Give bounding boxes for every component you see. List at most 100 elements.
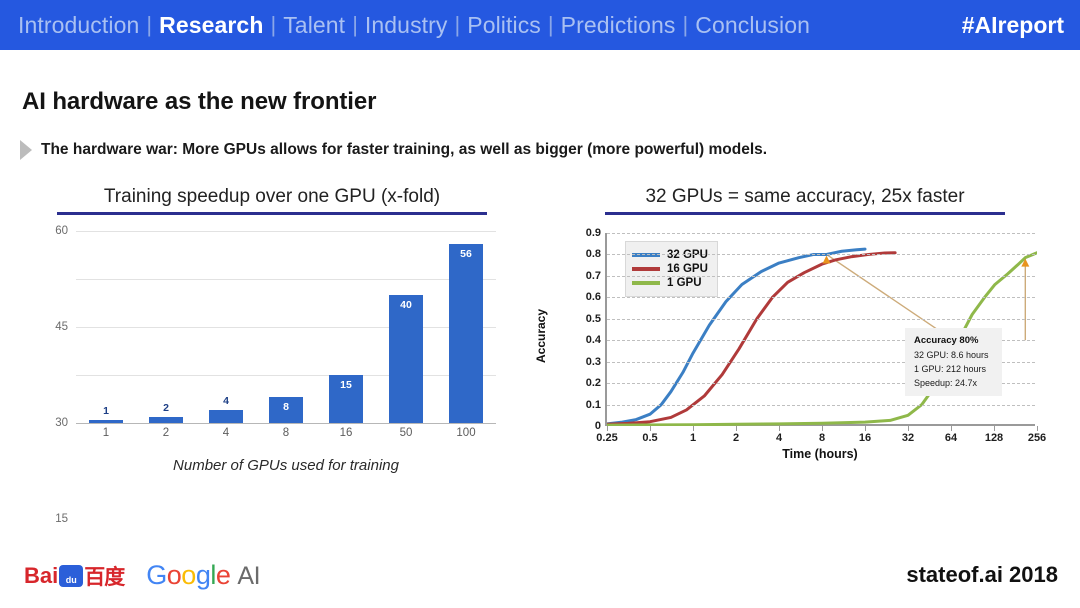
line-xtick-label: 1 — [689, 432, 697, 444]
top-navigation-bar: Introduction | Research | Talent | Industry | Po… — [0, 0, 1080, 50]
google-ai-suffix: AI — [237, 562, 261, 590]
line-ytick-label: 0.6 — [585, 291, 601, 304]
line-chart-title: 32 GPUs = same accuracy, 25x faster — [645, 186, 965, 207]
nav-item-research[interactable]: Research — [159, 12, 263, 39]
bar-ytick-label: 15 — [55, 513, 68, 525]
line-xtick-mark — [865, 426, 866, 431]
baidu-paw-icon: du — [59, 564, 84, 587]
line-chart-legend: 32 GPU 16 GPU 1 GPU — [625, 241, 718, 297]
line-xtick-mark — [994, 426, 995, 431]
legend-swatch — [632, 267, 660, 271]
bar-plot-area: 0 15 30 45 60 1 1 2 2 4 4 8 8 15 16 40 50 56 100 — [55, 225, 496, 525]
line-ytick-label: 0.2 — [585, 377, 601, 390]
bar-xtick-label: 50 — [399, 427, 413, 439]
legend-row-16-gpu: 16 GPU — [632, 263, 708, 275]
bar-xtick-label: 2 — [162, 427, 170, 439]
line-gridline — [607, 404, 1035, 406]
line-xtick-label: 8 — [818, 432, 826, 444]
subtitle-row: The hardware war: More GPUs allows for f… — [20, 140, 767, 160]
bar-chart-xlabel: Number of GPUs used for training — [173, 457, 399, 474]
line-gridline — [607, 254, 1035, 256]
hashtag-label: #AIreport — [961, 11, 1064, 38]
line-xtick-label: 256 — [1027, 432, 1047, 444]
line-ytick-label: 0.1 — [585, 398, 601, 411]
bar-4: 4 — [208, 395, 244, 423]
line-chart-xlabel: Time (hours) — [782, 447, 858, 461]
nav-item-conclusion[interactable]: Conclusion — [695, 12, 810, 39]
baidu-paw-text: du — [65, 574, 77, 585]
page-title: AI hardware as the new frontier — [22, 88, 377, 115]
legend-label: 16 GPU — [667, 263, 708, 275]
bar-1: 1 — [88, 405, 124, 423]
line-chart-title-underline — [605, 212, 1005, 215]
bar-100: 56 — [448, 243, 484, 423]
bar-gridline: 0 — [76, 423, 496, 424]
footer-logos: Bai du 百度 Google AI — [24, 560, 261, 591]
nav-item-politics[interactable]: Politics — [467, 12, 541, 39]
line-xtick-mark — [607, 426, 608, 431]
annotation-line-2: Speedup: 24.7x — [914, 378, 978, 388]
legend-swatch — [632, 281, 660, 285]
annotation-leader-line — [826, 253, 948, 337]
legend-row-1-gpu: 1 GPU — [632, 277, 708, 289]
nav-item-talent[interactable]: Talent — [283, 12, 345, 39]
nav-separator: | — [682, 12, 689, 37]
line-ytick-label: 0.8 — [585, 248, 601, 261]
bar-chart-title: Training speedup over one GPU (x-fold) — [103, 186, 441, 207]
line-xtick-label: 64 — [944, 432, 958, 444]
baidu-logo-text: Bai — [24, 562, 59, 588]
line-xtick-label: 0.25 — [596, 432, 618, 444]
bar-value-label: 15 — [340, 379, 352, 391]
triangle-right-icon — [20, 140, 32, 160]
line-xtick-mark — [693, 426, 694, 431]
bar-50: 40 — [388, 295, 424, 423]
nav-separator: | — [547, 12, 554, 37]
bar-ytick-label: 45 — [55, 321, 68, 333]
bar-value-label: 40 — [400, 299, 412, 311]
line-ytick-label: 0.5 — [585, 312, 601, 325]
line-gridline — [607, 275, 1035, 277]
footer-brand: stateof.ai 2018 — [906, 562, 1058, 587]
bar-xtick-label: 8 — [282, 427, 290, 439]
nav-separator: | — [146, 12, 153, 37]
line-xtick-label: 32 — [901, 432, 915, 444]
baidu-logo: Bai du 百度 — [24, 561, 125, 591]
line-ytick-label: 0 — [594, 420, 601, 432]
line-ytick-label: 0.3 — [585, 355, 601, 368]
line-chart-title-wrap: 32 GPUs = same accuracy, 25x faster — [605, 186, 1005, 215]
bar-8: 8 — [268, 397, 304, 423]
bar-chart-panel: Training speedup over one GPU (x-fold) 0… — [22, 186, 522, 525]
nav-item-predictions[interactable]: Predictions — [561, 12, 676, 39]
line-ytick-label: 0.9 — [585, 227, 601, 239]
bar-chart: 0 15 30 45 60 1 1 2 2 4 4 8 8 15 16 40 50 56 100 Number of… — [30, 225, 500, 525]
bar-value-label: 4 — [223, 395, 229, 408]
line-chart-ylabel: Accuracy — [534, 308, 548, 364]
accuracy-annotation-box: Accuracy 80% 32 GPU: 8.6 hours 1 GPU: 21… — [905, 328, 1002, 396]
nav-items-list: Introduction | Research | Talent | Industry | Po… — [18, 0, 810, 50]
annotation-heading: Accuracy 80% — [914, 335, 979, 346]
line-gridline — [607, 318, 1035, 320]
bar-value-label: 8 — [283, 401, 289, 414]
nav-item-industry[interactable]: Industry — [365, 12, 448, 39]
baidu-logo-cn: 百度 — [84, 565, 125, 589]
nav-separator: | — [270, 12, 277, 37]
line-xtick-mark — [951, 426, 952, 431]
line-xtick-mark — [650, 426, 651, 431]
line-xtick-label: 4 — [775, 432, 783, 444]
line-gridline — [607, 297, 1035, 299]
bar-2: 2 — [148, 402, 184, 423]
line-xtick-label: 128 — [984, 432, 1004, 444]
bar-xtick-label: 4 — [222, 427, 230, 439]
bar-gridline: 30 — [55, 327, 496, 429]
bar-xtick-label: 1 — [102, 427, 110, 439]
bar-ytick-label: 30 — [55, 417, 68, 429]
bar-gridline: 15 — [55, 375, 496, 525]
nav-item-introduction[interactable]: Introduction — [18, 12, 139, 39]
bar-xtick-label: 16 — [339, 427, 353, 439]
subtitle-text: The hardware war: More GPUs allows for f… — [41, 141, 768, 158]
line-gridline — [607, 233, 1035, 234]
line-xtick-mark — [779, 426, 780, 431]
line-ytick-label: 0.4 — [585, 334, 601, 347]
bar-chart-title-underline — [57, 212, 487, 215]
legend-label: 1 GPU — [667, 277, 702, 289]
